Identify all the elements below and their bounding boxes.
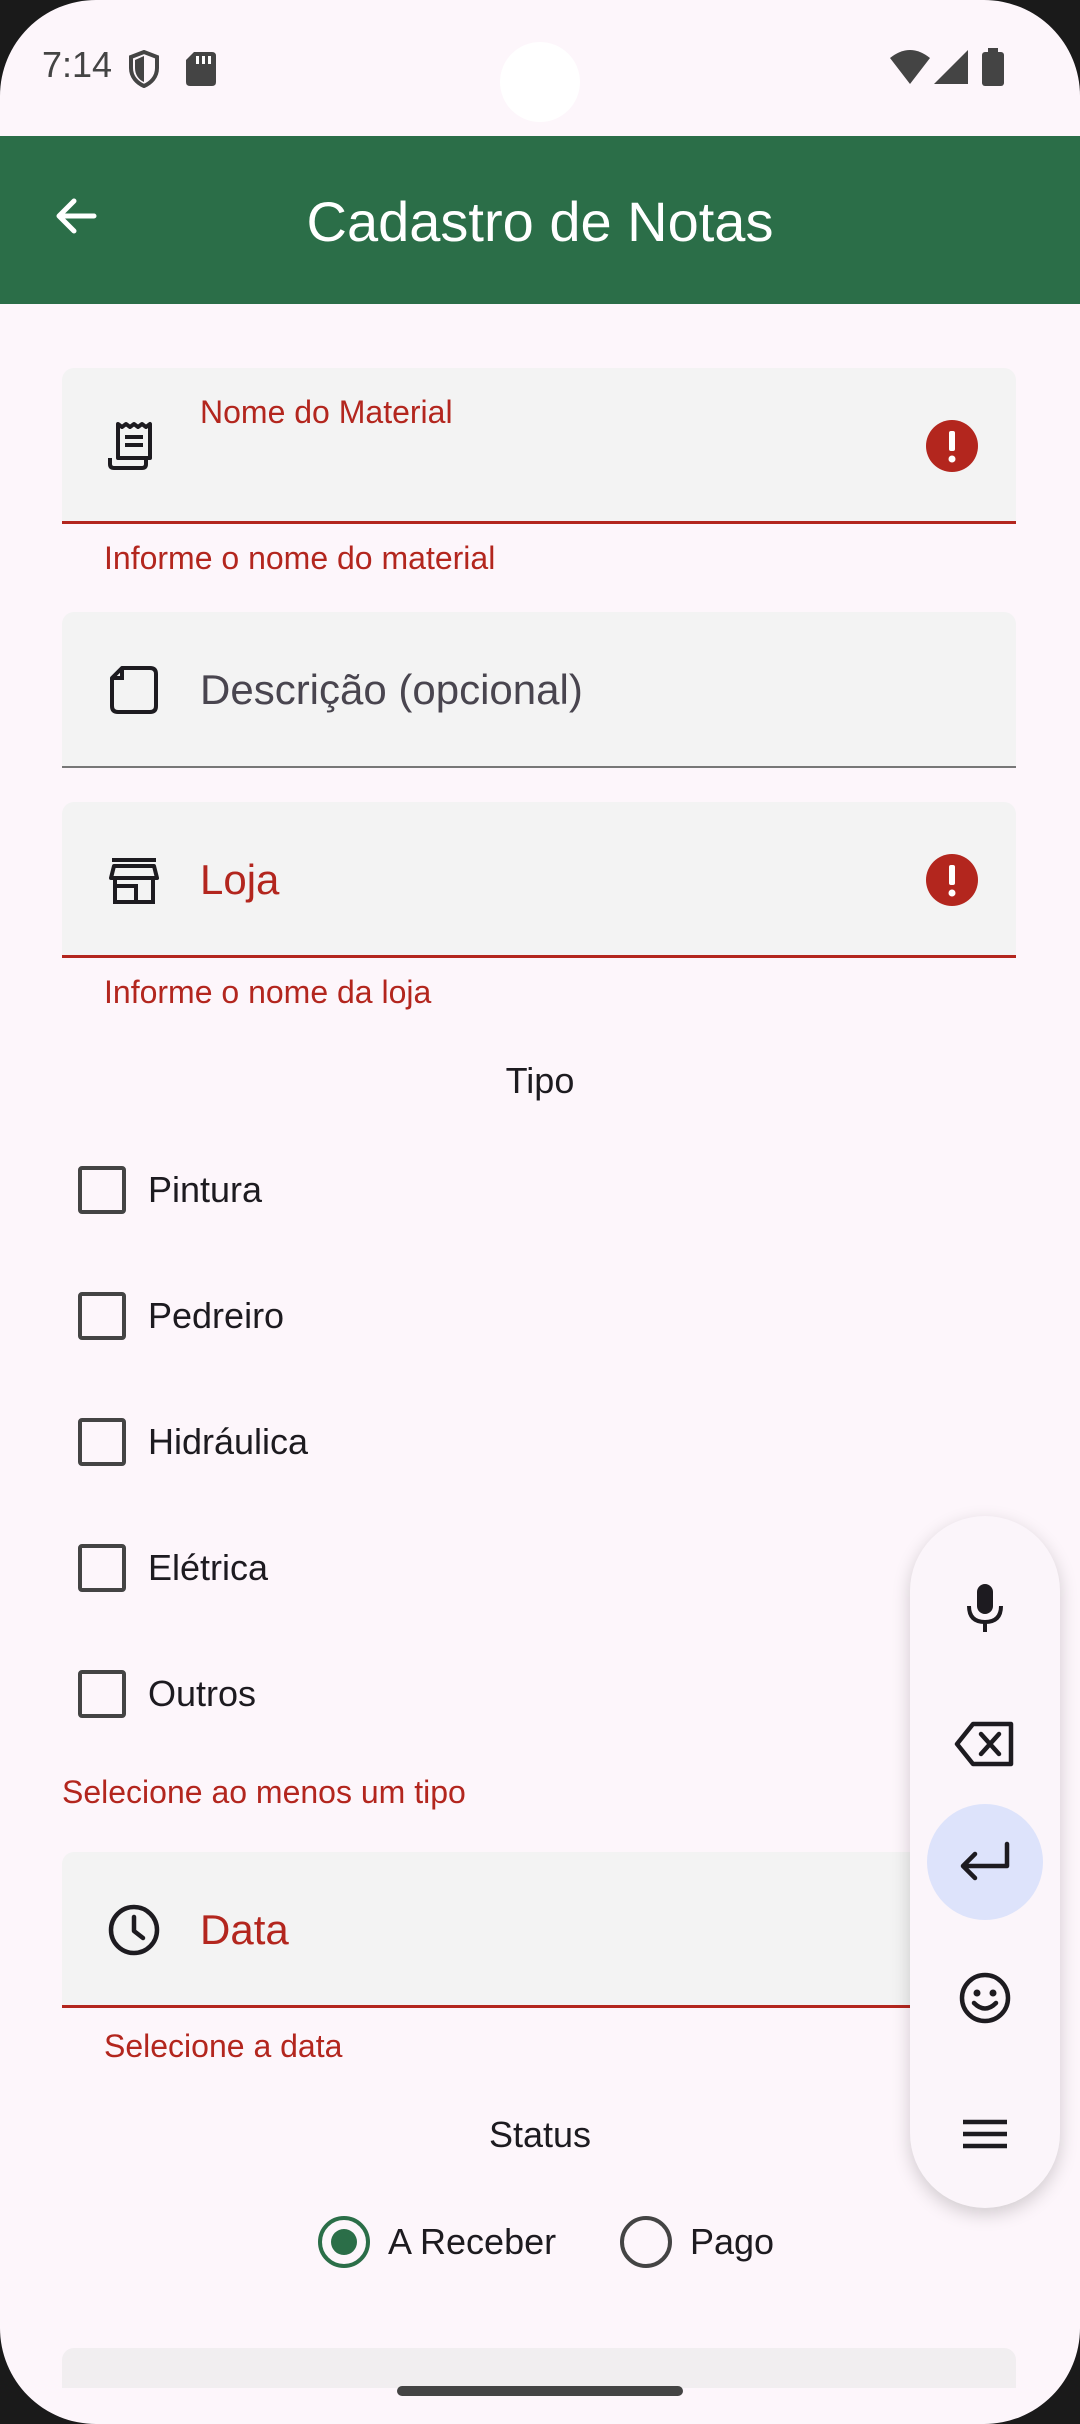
radio-pago[interactable]: Pago	[620, 2210, 774, 2274]
enter-button[interactable]	[927, 1804, 1043, 1920]
status-bar: 7:14	[0, 0, 1080, 136]
checkbox-pintura[interactable]: Pintura	[78, 1160, 262, 1220]
menu-button[interactable]	[927, 2076, 1043, 2192]
error-icon	[926, 854, 978, 906]
checkbox-eletrica[interactable]: Elétrica	[78, 1538, 268, 1598]
date-error-text: Selecione a data	[104, 2028, 343, 2064]
emoji-button[interactable]	[927, 1940, 1043, 2056]
radio-a-receber[interactable]: A Receber	[318, 2210, 556, 2274]
receipt-icon	[108, 422, 152, 470]
material-error-text: Informe o nome do material	[104, 540, 496, 576]
mic-icon	[967, 1584, 1003, 1632]
note-icon	[110, 666, 158, 714]
next-field-partial	[62, 2348, 1016, 2388]
checkbox-box[interactable]	[78, 1544, 126, 1592]
checkbox-label: Elétrica	[148, 1547, 269, 1588]
radio-label: A Receber	[388, 2221, 557, 2262]
date-placeholder: Data	[200, 1906, 289, 1953]
checkbox-label: Outros	[148, 1673, 257, 1714]
menu-icon	[963, 2119, 1007, 2149]
field-underline	[62, 2005, 1016, 2008]
enter-icon	[960, 1841, 1010, 1881]
radio-dot	[331, 2229, 357, 2255]
date-field[interactable]: Data	[62, 1852, 1016, 2008]
material-name-field[interactable]: Nome do Material	[62, 368, 1016, 524]
floating-keyboard-toolbar	[910, 1516, 1060, 2208]
backspace-button[interactable]	[927, 1686, 1043, 1802]
field-underline	[62, 766, 1016, 768]
checkbox-hidraulica[interactable]: Hidráulica	[78, 1412, 308, 1472]
material-name-label: Nome do Material	[200, 394, 453, 430]
field-underline	[62, 955, 1016, 958]
checkbox-box[interactable]	[78, 1166, 126, 1214]
type-error-text: Selecione ao menos um tipo	[62, 1774, 466, 1810]
type-section-title: Tipo	[505, 1060, 575, 1101]
screen: 7:14 Cadastro de Notas Nome do Material …	[0, 0, 1080, 2424]
store-error-text: Informe o nome da loja	[104, 974, 432, 1010]
wifi-icon	[890, 50, 930, 84]
battery-icon	[982, 48, 1004, 86]
mic-button[interactable]	[927, 1550, 1043, 1666]
checkbox-label: Hidráulica	[148, 1421, 309, 1462]
field-underline	[62, 521, 1016, 524]
checkbox-box[interactable]	[78, 1292, 126, 1340]
description-field[interactable]: Descrição (opcional)	[62, 612, 1016, 768]
app-bar: Cadastro de Notas	[0, 136, 1080, 304]
store-placeholder: Loja	[200, 856, 280, 903]
page-title: Cadastro de Notas	[306, 190, 774, 253]
checkbox-label: Pedreiro	[148, 1295, 285, 1336]
store-field[interactable]: Loja	[62, 802, 1016, 958]
signal-icon	[934, 50, 968, 84]
checkbox-box[interactable]	[78, 1670, 126, 1718]
checkbox-outros[interactable]: Outros	[78, 1664, 256, 1724]
description-placeholder: Descrição (opcional)	[200, 666, 583, 713]
home-indicator[interactable]	[397, 2386, 683, 2396]
status-time: 7:14	[42, 44, 113, 85]
emoji-icon	[959, 1972, 1011, 2024]
radio-label: Pago	[690, 2221, 775, 2262]
sd-card-icon	[186, 52, 216, 86]
camera-cutout	[500, 42, 580, 122]
backspace-icon	[954, 1721, 1014, 1767]
checkbox-label: Pintura	[148, 1169, 263, 1210]
store-icon	[109, 858, 159, 904]
radio-button[interactable]	[318, 2216, 370, 2268]
checkbox-pedreiro[interactable]: Pedreiro	[78, 1286, 284, 1346]
error-icon	[926, 420, 978, 472]
checkbox-box[interactable]	[78, 1418, 126, 1466]
radio-button[interactable]	[620, 2216, 672, 2268]
shield-icon	[129, 50, 159, 88]
clock-icon	[108, 1904, 160, 1956]
